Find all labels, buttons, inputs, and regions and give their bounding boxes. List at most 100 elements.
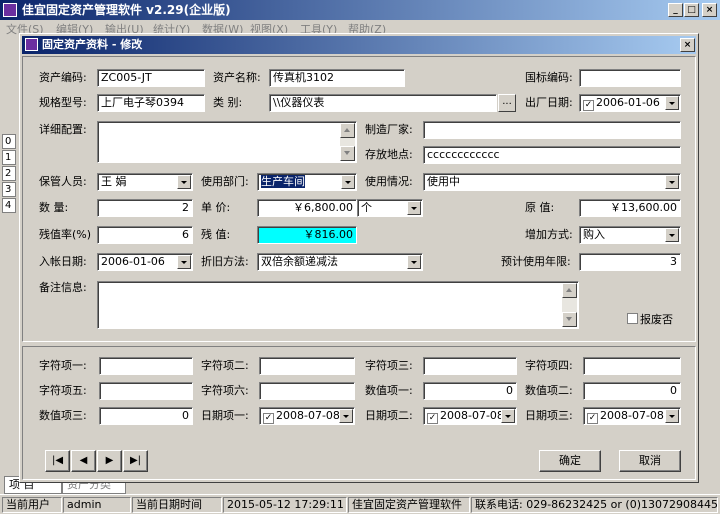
str1-field[interactable] xyxy=(99,357,193,375)
dialog-close-icon[interactable]: × xyxy=(680,38,695,52)
spec-model-field[interactable]: 上厂电子琴0394 xyxy=(97,94,205,112)
residual-value-field: ￥816.00 xyxy=(257,226,357,244)
asset-edit-dialog: 固定资产资料 - 修改 × 资产编码: ZC005-JT 资产名称: 传真机31… xyxy=(19,33,699,483)
detail-config-textarea[interactable] xyxy=(97,121,357,163)
asset-name-field[interactable]: 传真机3102 xyxy=(269,69,405,87)
manufacturer-field[interactable] xyxy=(423,121,681,139)
chevron-down-icon[interactable] xyxy=(665,409,679,423)
minimize-icon[interactable]: _ xyxy=(668,3,683,17)
next-record-button[interactable]: ▶ xyxy=(97,450,122,472)
first-record-button[interactable]: |◀ xyxy=(45,450,70,472)
detail-config-scrollbar[interactable] xyxy=(340,123,355,161)
category-field[interactable]: \\仪器仪表 xyxy=(269,94,497,112)
str4-field[interactable] xyxy=(583,357,681,375)
asset-name-label: 资产名称: xyxy=(213,71,261,84)
status-datetime: 2015-05-12 17:29:11 xyxy=(223,497,347,513)
increase-method-value: 购入 xyxy=(583,228,605,241)
location-field[interactable]: cccccccccccc xyxy=(423,146,681,164)
chevron-down-icon[interactable] xyxy=(339,409,353,423)
date3-picker[interactable]: ✓ 2008-07-08 xyxy=(583,407,681,425)
custom-fields-group: 字符项一: 字符项二: 字符项三: 字符项四: 字符项五: 字符项六: 数值项一… xyxy=(22,346,696,480)
date3-checkbox[interactable]: ✓ xyxy=(587,413,598,424)
unit-price-field[interactable]: ￥6,800.00 xyxy=(257,199,357,217)
app-icon xyxy=(3,3,17,17)
category-label: 类 别: xyxy=(213,96,243,109)
factory-date-label: 出厂日期: xyxy=(525,96,573,109)
date1-checkbox[interactable]: ✓ xyxy=(263,413,274,424)
spec-model-label: 规格型号: xyxy=(39,96,87,109)
scroll-up-icon[interactable] xyxy=(340,123,355,138)
date2-value: 2008-07-08 xyxy=(440,409,504,422)
increase-method-label: 增加方式: xyxy=(525,228,573,241)
chevron-down-icon[interactable] xyxy=(407,201,421,215)
national-code-label: 国标编码: xyxy=(525,71,573,84)
status-date-label: 当前日期时间 xyxy=(132,497,222,513)
maximize-icon[interactable]: □ xyxy=(684,3,699,17)
unit-value: 个 xyxy=(361,201,372,214)
close-icon[interactable]: × xyxy=(702,3,717,17)
num2-field[interactable]: 0 xyxy=(583,382,681,400)
chevron-down-icon[interactable] xyxy=(665,175,679,189)
str5-label: 字符项五: xyxy=(39,384,87,397)
useful-years-field[interactable]: 3 xyxy=(579,253,681,271)
original-value-field[interactable]: ￥13,600.00 xyxy=(579,199,681,217)
usage-value: 使用中 xyxy=(427,175,460,188)
dialog-title: 固定资产资料 - 修改 xyxy=(42,38,143,51)
prev-record-button[interactable]: ◀ xyxy=(71,450,96,472)
chevron-down-icon[interactable] xyxy=(665,228,679,242)
date3-label: 日期项三: xyxy=(525,409,573,422)
app-title: 佳宜固定资产管理软件 v2.29(企业版) xyxy=(22,3,231,17)
remarks-scrollbar[interactable] xyxy=(562,283,577,327)
chevron-down-icon[interactable] xyxy=(407,255,421,269)
asset-info-group: 资产编码: ZC005-JT 资产名称: 传真机3102 国标编码: 规格型号:… xyxy=(22,56,696,342)
department-select[interactable]: 生产车间 xyxy=(257,173,357,191)
str5-field[interactable] xyxy=(99,382,193,400)
date1-value: 2008-07-08 xyxy=(276,409,340,422)
dialog-title-bar: 固定资产资料 - 修改 × xyxy=(22,36,696,54)
scroll-down-icon[interactable] xyxy=(340,146,355,161)
unit-select[interactable]: 个 xyxy=(357,199,423,217)
scroll-up-icon[interactable] xyxy=(562,283,577,298)
last-record-button[interactable]: ▶| xyxy=(123,450,148,472)
chevron-down-icon[interactable] xyxy=(665,96,679,110)
grid-row-number: 4 xyxy=(2,198,16,213)
asset-code-field[interactable]: ZC005-JT xyxy=(97,69,205,87)
str4-label: 字符项四: xyxy=(525,359,573,372)
scrapped-checkbox[interactable]: 报废否 xyxy=(627,311,673,329)
chevron-down-icon[interactable] xyxy=(177,255,191,269)
chevron-down-icon[interactable] xyxy=(501,409,515,423)
increase-method-select[interactable]: 购入 xyxy=(579,226,681,244)
residual-rate-field[interactable]: 6 xyxy=(97,226,193,244)
ok-button[interactable]: 确定 xyxy=(539,450,601,472)
status-user: admin xyxy=(63,497,131,513)
category-browse-button[interactable]: ... xyxy=(498,94,516,112)
national-code-field[interactable] xyxy=(579,69,681,87)
str6-label: 字符项六: xyxy=(201,384,249,397)
manufacturer-label: 制造厂家: xyxy=(365,123,413,136)
date2-picker[interactable]: ✓ 2008-07-08 xyxy=(423,407,517,425)
cancel-button[interactable]: 取消 xyxy=(619,450,681,472)
keeper-select[interactable]: 王 娟 xyxy=(97,173,193,191)
app-title-bar: 佳宜固定资产管理软件 v2.29(企业版) _ □ × xyxy=(0,0,720,20)
entry-date-picker[interactable]: 2006-01-06 xyxy=(97,253,193,271)
str3-field[interactable] xyxy=(423,357,517,375)
str2-field[interactable] xyxy=(259,357,355,375)
date2-checkbox[interactable]: ✓ xyxy=(427,413,438,424)
num3-field[interactable]: 0 xyxy=(99,407,193,425)
chevron-down-icon[interactable] xyxy=(341,175,355,189)
remarks-textarea[interactable] xyxy=(97,281,579,329)
record-navigator: |◀ ◀ ▶ ▶| xyxy=(45,450,149,472)
num1-field[interactable]: 0 xyxy=(423,382,517,400)
str6-field[interactable] xyxy=(259,382,355,400)
usage-select[interactable]: 使用中 xyxy=(423,173,681,191)
scroll-down-icon[interactable] xyxy=(562,312,577,327)
quantity-field[interactable]: 2 xyxy=(97,199,193,217)
factory-date-picker[interactable]: ✓ 2006-01-06 xyxy=(579,94,681,112)
depreciation-method-select[interactable]: 双倍余额递减法 xyxy=(257,253,423,271)
factory-date-checkbox[interactable]: ✓ xyxy=(583,100,594,111)
entry-date-value: 2006-01-06 xyxy=(101,255,165,268)
scrapped-checkbox-box[interactable] xyxy=(627,313,638,324)
date1-picker[interactable]: ✓ 2008-07-08 xyxy=(259,407,355,425)
status-app-name: 佳宜固定资产管理软件 xyxy=(348,497,470,513)
chevron-down-icon[interactable] xyxy=(177,175,191,189)
